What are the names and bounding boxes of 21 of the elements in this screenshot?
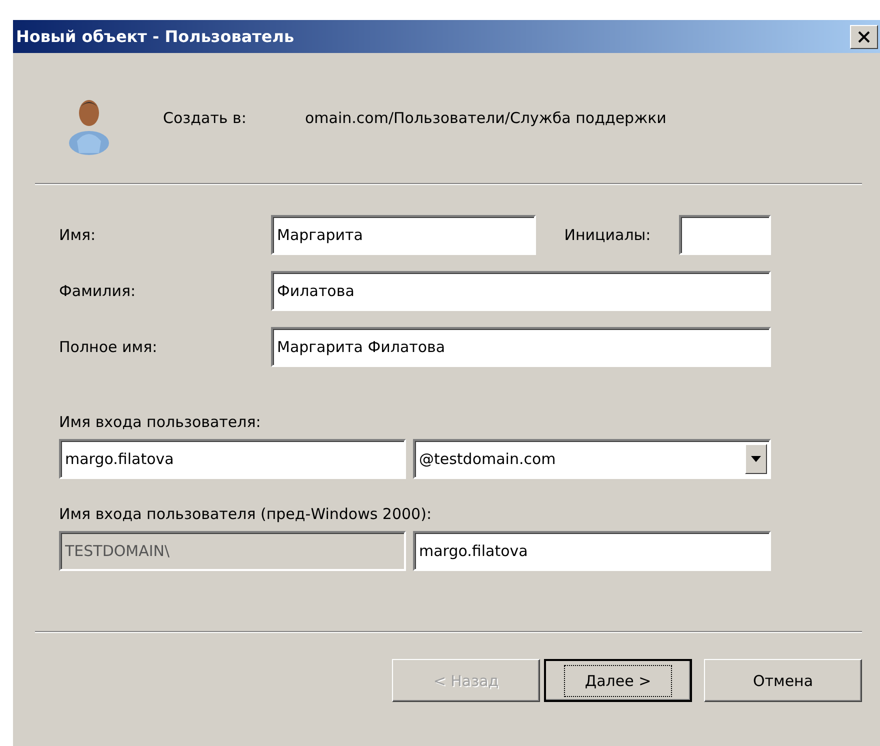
create-in-label: Создать в: — [163, 109, 248, 127]
logon-name-label: Имя входа пользователя: — [59, 413, 262, 431]
pre-windows-logon-label: Имя входа пользователя (пред-Windows 2000): — [59, 505, 432, 523]
close-button[interactable] — [850, 24, 878, 48]
window-title: Новый объект - Пользователь — [16, 27, 294, 46]
full-name-field[interactable]: Маргарита Филатова — [271, 327, 771, 367]
close-icon — [858, 30, 870, 42]
first-name-label: Имя: — [59, 226, 97, 244]
next-button[interactable]: Далее > — [544, 659, 692, 702]
last-name-field[interactable]: Филатова — [271, 271, 771, 311]
pre-windows-logon-field[interactable]: margo.filatova — [413, 531, 771, 571]
logon-name-field[interactable]: margo.filatova — [59, 439, 406, 479]
first-name-field[interactable]: Маргарита — [271, 215, 536, 255]
container-path: omain.com/Пользователи/Служба поддержки — [305, 109, 666, 127]
dropdown-arrow-icon — [751, 456, 761, 462]
full-name-label: Полное имя: — [59, 338, 158, 356]
initials-label: Инициалы: — [564, 226, 651, 244]
initials-field[interactable] — [678, 215, 771, 255]
cancel-button[interactable]: Отмена — [704, 659, 862, 702]
last-name-label: Фамилия: — [59, 282, 137, 300]
domain-dropdown[interactable]: @testdomain.com — [413, 439, 771, 479]
